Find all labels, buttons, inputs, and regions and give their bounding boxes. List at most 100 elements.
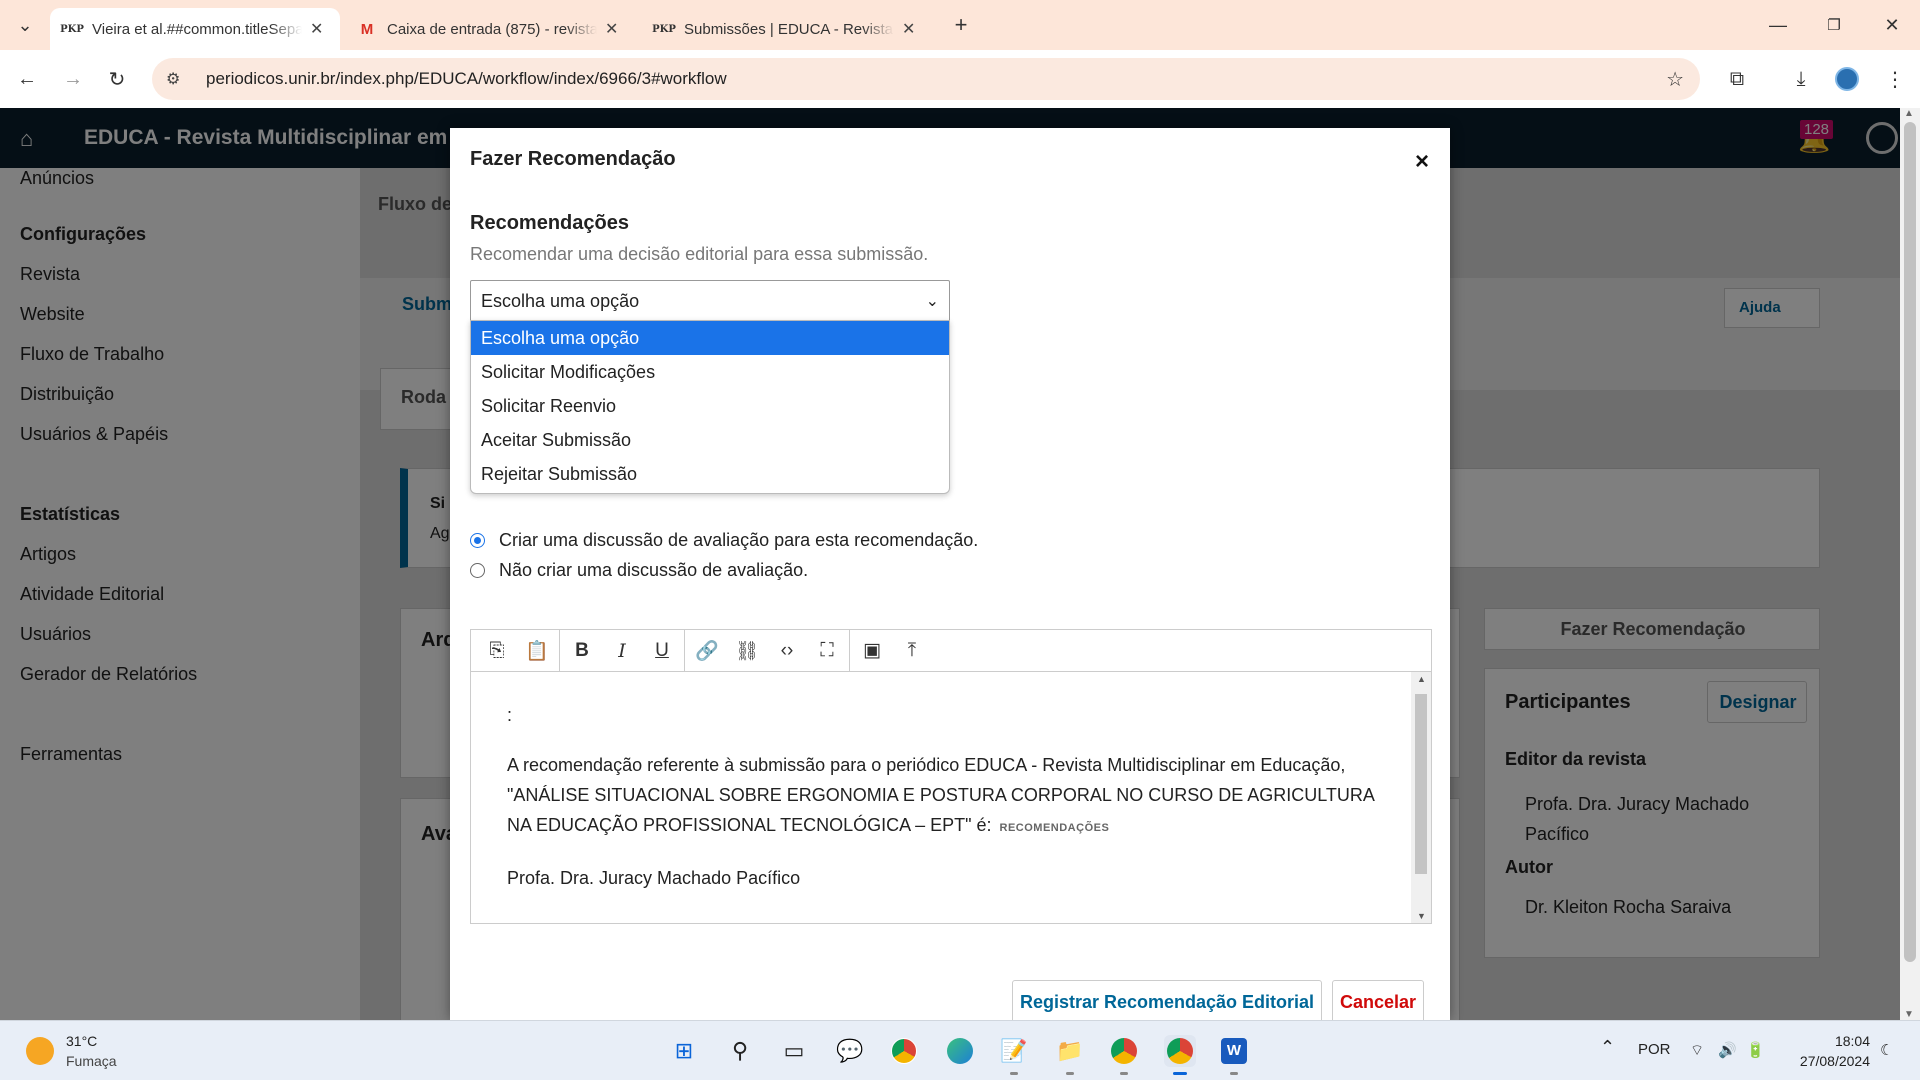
weather-condition[interactable]: Fumaça <box>66 1053 117 1069</box>
edge-icon[interactable] <box>944 1035 976 1067</box>
rich-text-editor: ⎘ 📋 B I U 🔗 ⛓ ‹› ⛶ ▣ ⤒ : A recomendação … <box>470 629 1432 924</box>
select-value: Escolha uma opção <box>481 290 640 311</box>
input-language[interactable]: POR <box>1638 1041 1671 1058</box>
bookmark-star-icon[interactable]: ☆ <box>1666 67 1684 92</box>
browser-tab-strip: ⌄ PKP Vieira et al.##common.titleSeparat… <box>0 0 1920 50</box>
close-tab-icon[interactable]: ✕ <box>310 19 323 39</box>
back-icon[interactable]: ← <box>12 64 42 94</box>
unlink-icon[interactable]: ⛓ <box>727 635 767 667</box>
tab-search-chevron-icon[interactable]: ⌄ <box>10 10 40 40</box>
extensions-icon[interactable]: ⧉ <box>1722 64 1752 94</box>
close-tab-icon[interactable]: ✕ <box>902 19 915 39</box>
forward-icon[interactable]: → <box>58 64 88 94</box>
start-windows-icon[interactable]: ⊞ <box>668 1035 700 1067</box>
option-escolha[interactable]: Escolha uma opção <box>471 321 949 355</box>
cancel-button[interactable]: Cancelar <box>1332 980 1424 1020</box>
tab-title: Submissões | EDUCA - Revista Multidiscip… <box>684 20 894 38</box>
teams-chat-icon[interactable]: 💬 <box>834 1035 866 1067</box>
pkp-favicon-icon: PKP <box>60 23 84 35</box>
image-icon[interactable]: ▣ <box>852 635 892 667</box>
scroll-down-icon[interactable]: ▼ <box>1904 1009 1914 1020</box>
editor-content[interactable]: : A recomendação referente à submissão p… <box>471 672 1411 923</box>
option-aceitar[interactable]: Aceitar Submissão <box>471 423 949 457</box>
new-tab-icon[interactable]: + <box>946 10 976 40</box>
code-icon[interactable]: ‹› <box>767 635 807 667</box>
clock-date[interactable]: 27/08/2024 <box>1770 1053 1870 1069</box>
notifications-moon-icon[interactable]: ☾ <box>1880 1041 1893 1059</box>
radio-no-discussion[interactable]: Não criar uma discussão de avaliação. <box>470 560 808 581</box>
wifi-icon[interactable]: ⌔ <box>1690 1041 1704 1060</box>
option-solicitar-modificacoes[interactable]: Solicitar Modificações <box>471 355 949 389</box>
italic-icon[interactable]: I <box>602 635 642 667</box>
windows-taskbar: 31°C Fumaça ⊞ ⚲ ▭ 💬 📝 📁 W ⌃ POR ⌔ 🔊 🔋 18… <box>0 1020 1920 1080</box>
editor-signature: Profa. Dra. Juracy Machado Pacífico <box>507 868 801 888</box>
option-rejeitar[interactable]: Rejeitar Submissão <box>471 457 949 491</box>
search-icon[interactable]: ⚲ <box>724 1035 756 1067</box>
radio-button[interactable] <box>470 563 485 578</box>
scroll-down-icon[interactable]: ▼ <box>1417 911 1426 921</box>
chevron-down-icon: ⌄ <box>925 293 939 310</box>
recommendation-options-list: Escolha uma opção Solicitar Modificações… <box>470 320 950 494</box>
restore-icon[interactable]: ❐ <box>1814 10 1854 40</box>
copy-icon[interactable]: ⎘ <box>477 635 517 667</box>
recommendation-label: Recomendações <box>470 212 629 234</box>
clock-time[interactable]: 18:04 <box>1790 1033 1870 1049</box>
option-solicitar-reenvio[interactable]: Solicitar Reenvio <box>471 389 949 423</box>
recommendation-modal: Fazer Recomendação × Recomendações Recom… <box>450 128 1450 1020</box>
tab-submissoes[interactable]: PKP Submissões | EDUCA - Revista Multidi… <box>642 8 932 50</box>
tab-vieira[interactable]: PKP Vieira et al.##common.titleSeparator… <box>50 8 340 50</box>
close-tab-icon[interactable]: ✕ <box>605 19 618 39</box>
site-settings-icon[interactable]: ⚙ <box>166 69 188 89</box>
radio-button-selected[interactable] <box>470 533 485 548</box>
link-icon[interactable]: 🔗 <box>687 635 727 667</box>
recommendations-tag: RECOMENDAÇÕES <box>999 822 1110 834</box>
browser-toolbar: ← → ↻ ⚙ periodicos.unir.br/index.php/EDU… <box>0 50 1920 108</box>
reload-icon[interactable]: ↻ <box>102 64 132 94</box>
scroll-up-icon[interactable]: ▲ <box>1904 108 1914 119</box>
radio-create-discussion[interactable]: Criar uma discussão de avaliação para es… <box>470 530 978 551</box>
editor-toolbar: ⎘ 📋 B I U 🔗 ⛓ ‹› ⛶ ▣ ⤒ <box>471 629 1431 672</box>
weather-temperature[interactable]: 31°C <box>66 1033 97 1049</box>
word-icon[interactable]: W <box>1218 1035 1250 1075</box>
minimize-icon[interactable]: — <box>1758 10 1798 40</box>
upload-icon[interactable]: ⤒ <box>892 635 932 667</box>
editor-scrollbar[interactable]: ▲ ▼ <box>1411 672 1431 923</box>
bold-icon[interactable]: B <box>562 635 602 667</box>
toolbar-divider <box>559 629 560 672</box>
register-recommendation-button[interactable]: Registrar Recomendação Editorial <box>1012 980 1322 1020</box>
close-window-icon[interactable]: ✕ <box>1872 10 1912 40</box>
pkp-favicon-icon: PKP <box>652 23 676 35</box>
notepad-icon[interactable]: 📝 <box>998 1035 1030 1075</box>
toolbar-divider <box>849 629 850 672</box>
scrollbar-thumb[interactable] <box>1904 122 1916 962</box>
radio-no-create-label: Não criar uma discussão de avaliação. <box>499 560 809 580</box>
download-icon[interactable]: ⤓ <box>1786 64 1816 94</box>
recommendation-description: Recomendar uma decisão editorial para es… <box>470 244 929 264</box>
editor-line: : <box>507 705 513 725</box>
editor-scrollbar-thumb[interactable] <box>1415 694 1427 874</box>
chrome-active-icon[interactable] <box>1164 1035 1196 1075</box>
file-explorer-icon[interactable]: 📁 <box>1054 1035 1086 1075</box>
scroll-up-icon[interactable]: ▲ <box>1417 674 1426 684</box>
battery-icon[interactable]: 🔋 <box>1746 1041 1765 1059</box>
profile-avatar-icon[interactable] <box>1832 64 1862 94</box>
tab-title: Caixa de entrada (875) - revistaeduca <box>387 20 597 38</box>
paste-icon[interactable]: 📋 <box>517 635 557 667</box>
tray-chevron-up-icon[interactable]: ⌃ <box>1600 1037 1615 1058</box>
chrome-icon[interactable] <box>888 1035 920 1067</box>
browser-menu-icon[interactable]: ⋮ <box>1880 64 1910 94</box>
toolbar-divider <box>684 629 685 672</box>
page-scrollbar[interactable]: ▲ ▼ <box>1900 108 1920 1020</box>
chrome-profile-icon[interactable] <box>1108 1035 1140 1075</box>
underline-icon[interactable]: U <box>642 635 682 667</box>
task-view-icon[interactable]: ▭ <box>778 1035 810 1067</box>
address-bar[interactable]: ⚙ periodicos.unir.br/index.php/EDUCA/wor… <box>152 58 1700 100</box>
fullscreen-icon[interactable]: ⛶ <box>807 635 847 667</box>
recommendation-select[interactable]: Escolha uma opção ⌄ <box>470 280 950 322</box>
url-text[interactable]: periodicos.unir.br/index.php/EDUCA/workf… <box>206 69 727 89</box>
volume-icon[interactable]: 🔊 <box>1718 1041 1737 1059</box>
weather-sun-icon[interactable] <box>26 1037 54 1065</box>
close-icon[interactable]: × <box>1415 148 1429 176</box>
editor-paragraph: A recomendação referente à submissão par… <box>507 750 1375 843</box>
tab-gmail[interactable]: M Caixa de entrada (875) - revistaeduca … <box>345 8 635 50</box>
